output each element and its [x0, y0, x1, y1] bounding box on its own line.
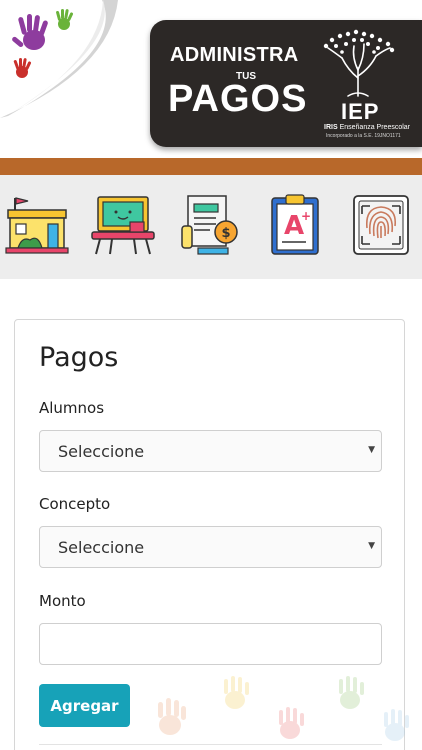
- concepto-label: Concepto: [39, 495, 111, 513]
- icon-navigation-bar: $ A +: [0, 175, 422, 279]
- school-icon[interactable]: [4, 192, 70, 258]
- grade-clipboard-icon[interactable]: A +: [262, 192, 328, 258]
- concepto-select-value: Seleccione: [58, 537, 145, 557]
- brown-accent-stripe: [0, 158, 422, 175]
- monto-input[interactable]: [39, 623, 382, 665]
- administra-pagos-banner: ADMINISTRA TUS PAGOS IEP IRIS Enseñanza …: [150, 20, 422, 147]
- banner-title-line1: ADMINISTRA: [170, 44, 299, 66]
- alumnos-label: Alumnos: [39, 399, 105, 417]
- alumnos-select-value: Seleccione: [58, 441, 145, 461]
- dropdown-caret-icon: ▼: [368, 541, 375, 551]
- agregar-button[interactable]: Agregar: [39, 684, 130, 727]
- card-divider: [39, 744, 382, 745]
- header: ADMINISTRA TUS PAGOS IEP IRIS Enseñanza …: [0, 0, 422, 158]
- app-screen: ADMINISTRA TUS PAGOS IEP IRIS Enseñanza …: [0, 0, 422, 750]
- alumnos-select[interactable]: Seleccione ▼: [39, 430, 382, 472]
- dropdown-caret-icon: ▼: [368, 445, 375, 455]
- monto-label: Monto: [39, 592, 86, 610]
- incorporation-text: Incorporado a la S.E. 19JNO1171: [326, 133, 401, 139]
- concepto-select[interactable]: Seleccione ▼: [39, 526, 382, 568]
- svg-text:+: +: [301, 209, 311, 223]
- payment-receipt-icon[interactable]: $: [176, 192, 242, 258]
- banner-title-line3: PAGOS: [168, 78, 308, 120]
- fingerprint-icon[interactable]: [348, 192, 414, 258]
- classroom-desk-icon[interactable]: [90, 192, 156, 258]
- school-name: IRIS Enseñanza Preescolar: [324, 124, 411, 131]
- handprints-corner-decoration: [0, 0, 118, 118]
- page-title: Pagos: [39, 342, 119, 373]
- iep-logo-text: IEP: [341, 99, 380, 124]
- payments-form-card: Pagos Alumnos Seleccione ▼ Concepto Sele…: [14, 319, 405, 750]
- svg-text:$: $: [221, 226, 230, 241]
